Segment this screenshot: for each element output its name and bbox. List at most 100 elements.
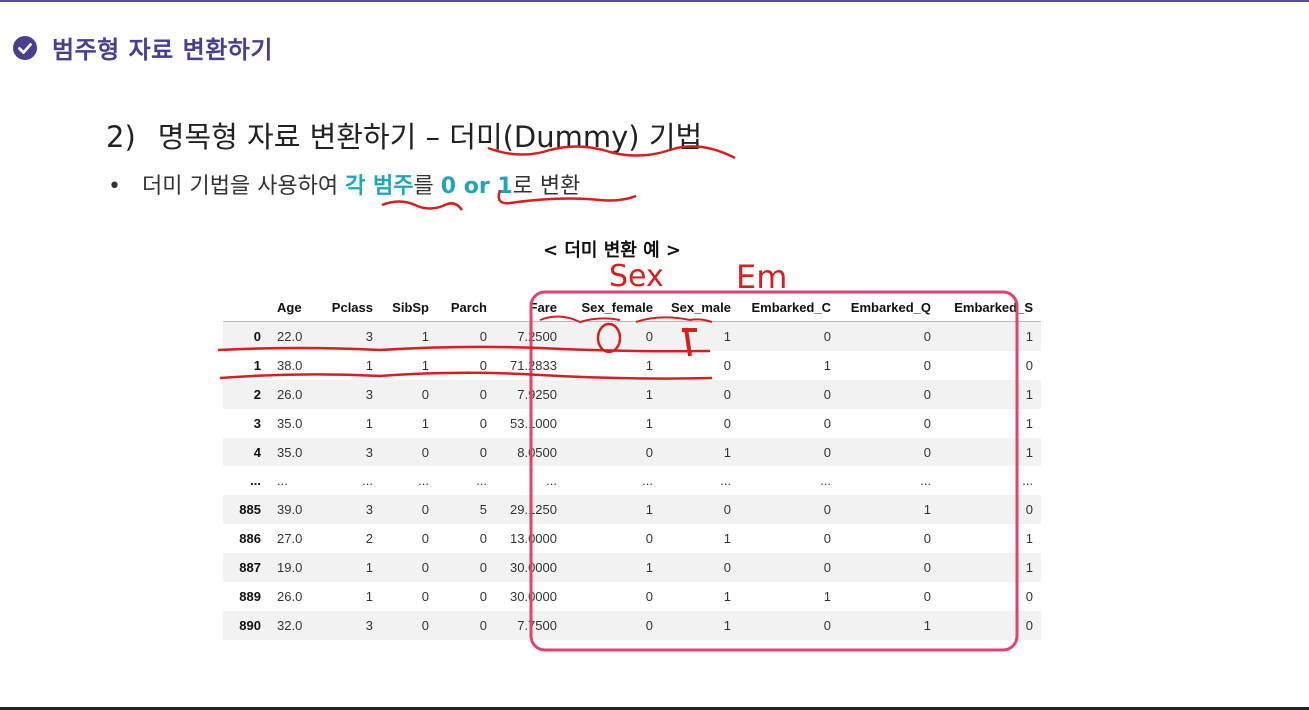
cell-sex-female: 0 xyxy=(645,617,653,633)
cell-sex-male: 0 xyxy=(723,560,731,576)
cell-pclass: 3 xyxy=(365,617,373,633)
cell-sibsp: 0 xyxy=(421,588,429,604)
row-index: 885 xyxy=(239,502,261,518)
cell-parch: 0 xyxy=(479,617,487,633)
sub-heading: 2) 명목형 자료 변환하기 – 더미(Dummy) 기법 xyxy=(106,114,702,156)
cell-pclass: 1 xyxy=(365,560,373,576)
cell-sibsp: 0 xyxy=(421,444,429,460)
cell-pclass: 3 xyxy=(365,328,373,344)
cell-embarked-c: 0 xyxy=(823,502,831,518)
bullet-prefix: 더미 기법을 사용하여 xyxy=(142,174,346,199)
cell-sex-male: 1 xyxy=(723,531,731,547)
cell-sex-female: 1 xyxy=(645,415,653,431)
cell-age: 26.0 xyxy=(277,386,303,402)
table-row: 1 38.0 1 1 0 71.2833 1 0 1 0 0 xyxy=(223,350,1041,380)
handwritten-em-label: Em xyxy=(736,258,787,296)
cell-age: 32.0 xyxy=(277,617,303,633)
cell-pclass: 1 xyxy=(365,588,373,604)
cell-age: 38.0 xyxy=(277,357,303,373)
row-index: 0 xyxy=(253,328,261,344)
cell-sibsp: 0 xyxy=(421,502,429,518)
cell-embarked-c: 0 xyxy=(823,444,831,460)
column-header-pclass: Pclass xyxy=(317,293,381,322)
table-row-ellipsis: ... ... ... ... ... ... ... ... ... ... … xyxy=(223,466,1041,496)
cell-parch: 0 xyxy=(479,357,487,373)
cell-sex-female: 0 xyxy=(645,531,653,547)
cell-sibsp: ... xyxy=(418,473,429,489)
cell-embarked-c: 0 xyxy=(823,617,831,633)
section-title: 범주형 자료 변환하기 xyxy=(52,36,273,64)
cell-sibsp: 0 xyxy=(421,531,429,547)
cell-age: ... xyxy=(277,473,288,489)
bullet-line: • 더미 기법을 사용하여 각 범주를 0 or 1로 변환 xyxy=(108,168,580,200)
cell-embarked-q: 1 xyxy=(923,617,931,633)
cell-parch: ... xyxy=(476,473,487,489)
cell-sex-male: 0 xyxy=(723,502,731,518)
cell-embarked-c: 0 xyxy=(823,415,831,431)
table-caption: < 더미 변환 예 > xyxy=(542,240,682,261)
column-header-age: Age xyxy=(269,293,317,322)
cell-embarked-c: 1 xyxy=(823,357,831,373)
cell-parch: 0 xyxy=(479,415,487,431)
cell-embarked-s: 1 xyxy=(1025,386,1033,402)
table-row: 890 32.0 3 0 0 7.7500 0 1 0 1 0 xyxy=(223,610,1041,640)
cell-embarked-s: 0 xyxy=(1025,502,1033,518)
column-header-parch: Parch xyxy=(437,293,495,322)
cell-sex-male: ... xyxy=(720,473,731,489)
cell-sex-female: 1 xyxy=(645,502,653,518)
cell-sibsp: 1 xyxy=(421,328,429,344)
cell-fare: 7.7500 xyxy=(517,617,557,633)
cell-embarked-q: 0 xyxy=(923,560,931,576)
sub-heading-text: 명목형 자료 변환하기 – 더미(Dummy) 기법 xyxy=(157,120,703,154)
cell-embarked-c: ... xyxy=(820,473,831,489)
table-row: 886 27.0 2 0 0 13.0000 0 1 0 0 1 xyxy=(223,524,1041,554)
cell-embarked-s: 0 xyxy=(1025,357,1033,373)
cell-sibsp: 1 xyxy=(421,357,429,373)
column-header-sex-male: Sex_male xyxy=(661,293,739,322)
row-index: ... xyxy=(250,473,261,489)
cell-sex-male: 0 xyxy=(723,415,731,431)
cell-sibsp: 0 xyxy=(421,617,429,633)
bullet-marker: • xyxy=(108,174,121,199)
cell-embarked-c: 1 xyxy=(823,588,831,604)
cell-parch: 0 xyxy=(479,560,487,576)
cell-parch: 5 xyxy=(479,502,487,518)
cell-embarked-c: 0 xyxy=(823,560,831,576)
cell-pclass: 3 xyxy=(365,444,373,460)
cell-age: 19.0 xyxy=(277,560,303,576)
column-header-embarked-c: Embarked_C xyxy=(739,293,839,322)
cell-pclass: 1 xyxy=(365,415,373,431)
dummy-dataframe-table: Age Pclass SibSp Parch Fare Sex_female S… xyxy=(223,293,1041,640)
column-header-sex-female: Sex_female xyxy=(565,293,661,322)
top-rule xyxy=(0,0,1309,2)
cell-sex-male: 0 xyxy=(723,386,731,402)
cell-sex-female: 0 xyxy=(645,588,653,604)
cell-sibsp: 0 xyxy=(421,386,429,402)
row-index: 1 xyxy=(253,357,261,373)
table-row: 4 35.0 3 0 0 8.0500 0 1 0 0 1 xyxy=(223,437,1041,467)
cell-parch: 0 xyxy=(479,588,487,604)
cell-age: 26.0 xyxy=(277,588,303,604)
cell-fare: 53.1000 xyxy=(510,415,557,431)
table-body: 0 22.0 3 1 0 7.2500 0 1 0 0 1 1 38.0 1 1… xyxy=(223,321,1041,640)
table-row: 2 26.0 3 0 0 7.9250 1 0 0 0 1 xyxy=(223,379,1041,409)
cell-age: 35.0 xyxy=(277,415,303,431)
cell-embarked-s: 0 xyxy=(1025,617,1033,633)
cell-fare: 7.2500 xyxy=(517,328,557,344)
column-header-fare: Fare xyxy=(495,293,565,322)
cell-age: 22.0 xyxy=(277,328,303,344)
cell-embarked-q: ... xyxy=(920,473,931,489)
cell-age: 35.0 xyxy=(277,444,303,460)
cell-embarked-q: 0 xyxy=(923,531,931,547)
row-index: 4 xyxy=(253,444,261,460)
bullet-mid: 를 xyxy=(413,174,441,199)
section-header: 범주형 자료 변환하기 xyxy=(12,30,273,65)
cell-fare: 7.9250 xyxy=(517,386,557,402)
cell-embarked-q: 0 xyxy=(923,357,931,373)
cell-sibsp: 1 xyxy=(421,415,429,431)
cell-embarked-q: 0 xyxy=(923,444,931,460)
cell-sex-male: 1 xyxy=(723,328,731,344)
cell-parch: 0 xyxy=(479,444,487,460)
cell-sex-female: 1 xyxy=(645,560,653,576)
table-row: 0 22.0 3 1 0 7.2500 0 1 0 0 1 xyxy=(223,321,1041,351)
